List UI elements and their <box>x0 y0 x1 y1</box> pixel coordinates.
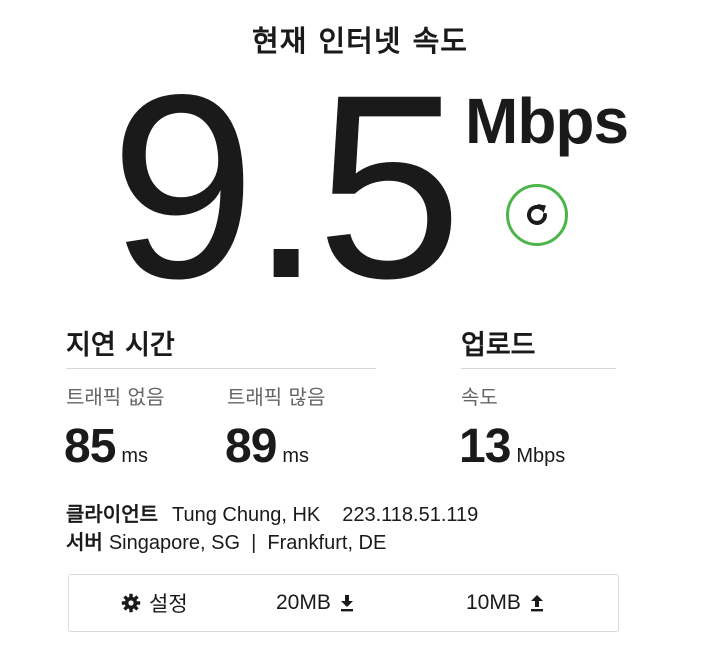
upload-speed-label: 속도 <box>461 385 498 409</box>
refresh-icon <box>527 204 547 225</box>
latency-loaded-metric: 89 ms <box>225 419 309 474</box>
upload-title: 업로드 <box>461 330 536 361</box>
speed-test-page: 현재 인터넷 속도 9.5 Mbps 지연 시간 트래픽 없음 85 ms 트래픽… <box>0 0 720 656</box>
upload-arrow-icon <box>530 595 543 612</box>
speed-value: 9.5 <box>110 40 462 333</box>
latency-loaded-unit: ms <box>282 445 310 467</box>
gear-icon <box>121 593 141 613</box>
server-label: 서버 <box>66 530 103 554</box>
download-size-label: 20MB <box>276 591 331 614</box>
settings-label: 설정 <box>149 592 188 616</box>
upload-size-label: 10MB <box>466 591 521 614</box>
latency-title: 지연 시간 <box>66 330 175 361</box>
upload-value: 13 <box>459 420 511 473</box>
latency-unloaded-label: 트래픽 없음 <box>66 385 165 409</box>
settings-button[interactable]: 설정 <box>121 575 188 631</box>
upload-unit: Mbps <box>516 445 566 467</box>
client-info: 클라이언트 Tung Chung, HK 223.118.51.119 <box>66 498 478 527</box>
latency-loaded-label: 트래픽 많음 <box>227 385 326 409</box>
server-locations: Singapore, SG | Frankfurt, DE <box>108 532 387 554</box>
latency-unloaded-unit: ms <box>121 445 149 467</box>
client-label: 클라이언트 <box>66 502 158 526</box>
latency-unloaded-value: 85 <box>64 420 116 473</box>
latency-unloaded-metric: 85 ms <box>64 419 148 474</box>
upload-metric: 13 Mbps <box>459 419 565 474</box>
download-arrow-icon <box>340 595 353 612</box>
upload-size-button[interactable]: 10MB <box>466 575 545 631</box>
client-location: Tung Chung, HK <box>172 504 321 526</box>
client-ip: 223.118.51.119 <box>342 504 479 526</box>
server-info: 서버 Singapore, SG | Frankfurt, DE <box>66 526 386 555</box>
latency-loaded-value: 89 <box>225 420 277 473</box>
refresh-button[interactable] <box>506 184 568 246</box>
upload-divider <box>461 368 616 369</box>
speed-unit: Mbps <box>465 85 629 157</box>
download-size-button[interactable]: 20MB <box>276 575 355 631</box>
latency-divider <box>66 368 376 369</box>
settings-toolbar: 설정 20MB 10MB <box>68 574 619 632</box>
